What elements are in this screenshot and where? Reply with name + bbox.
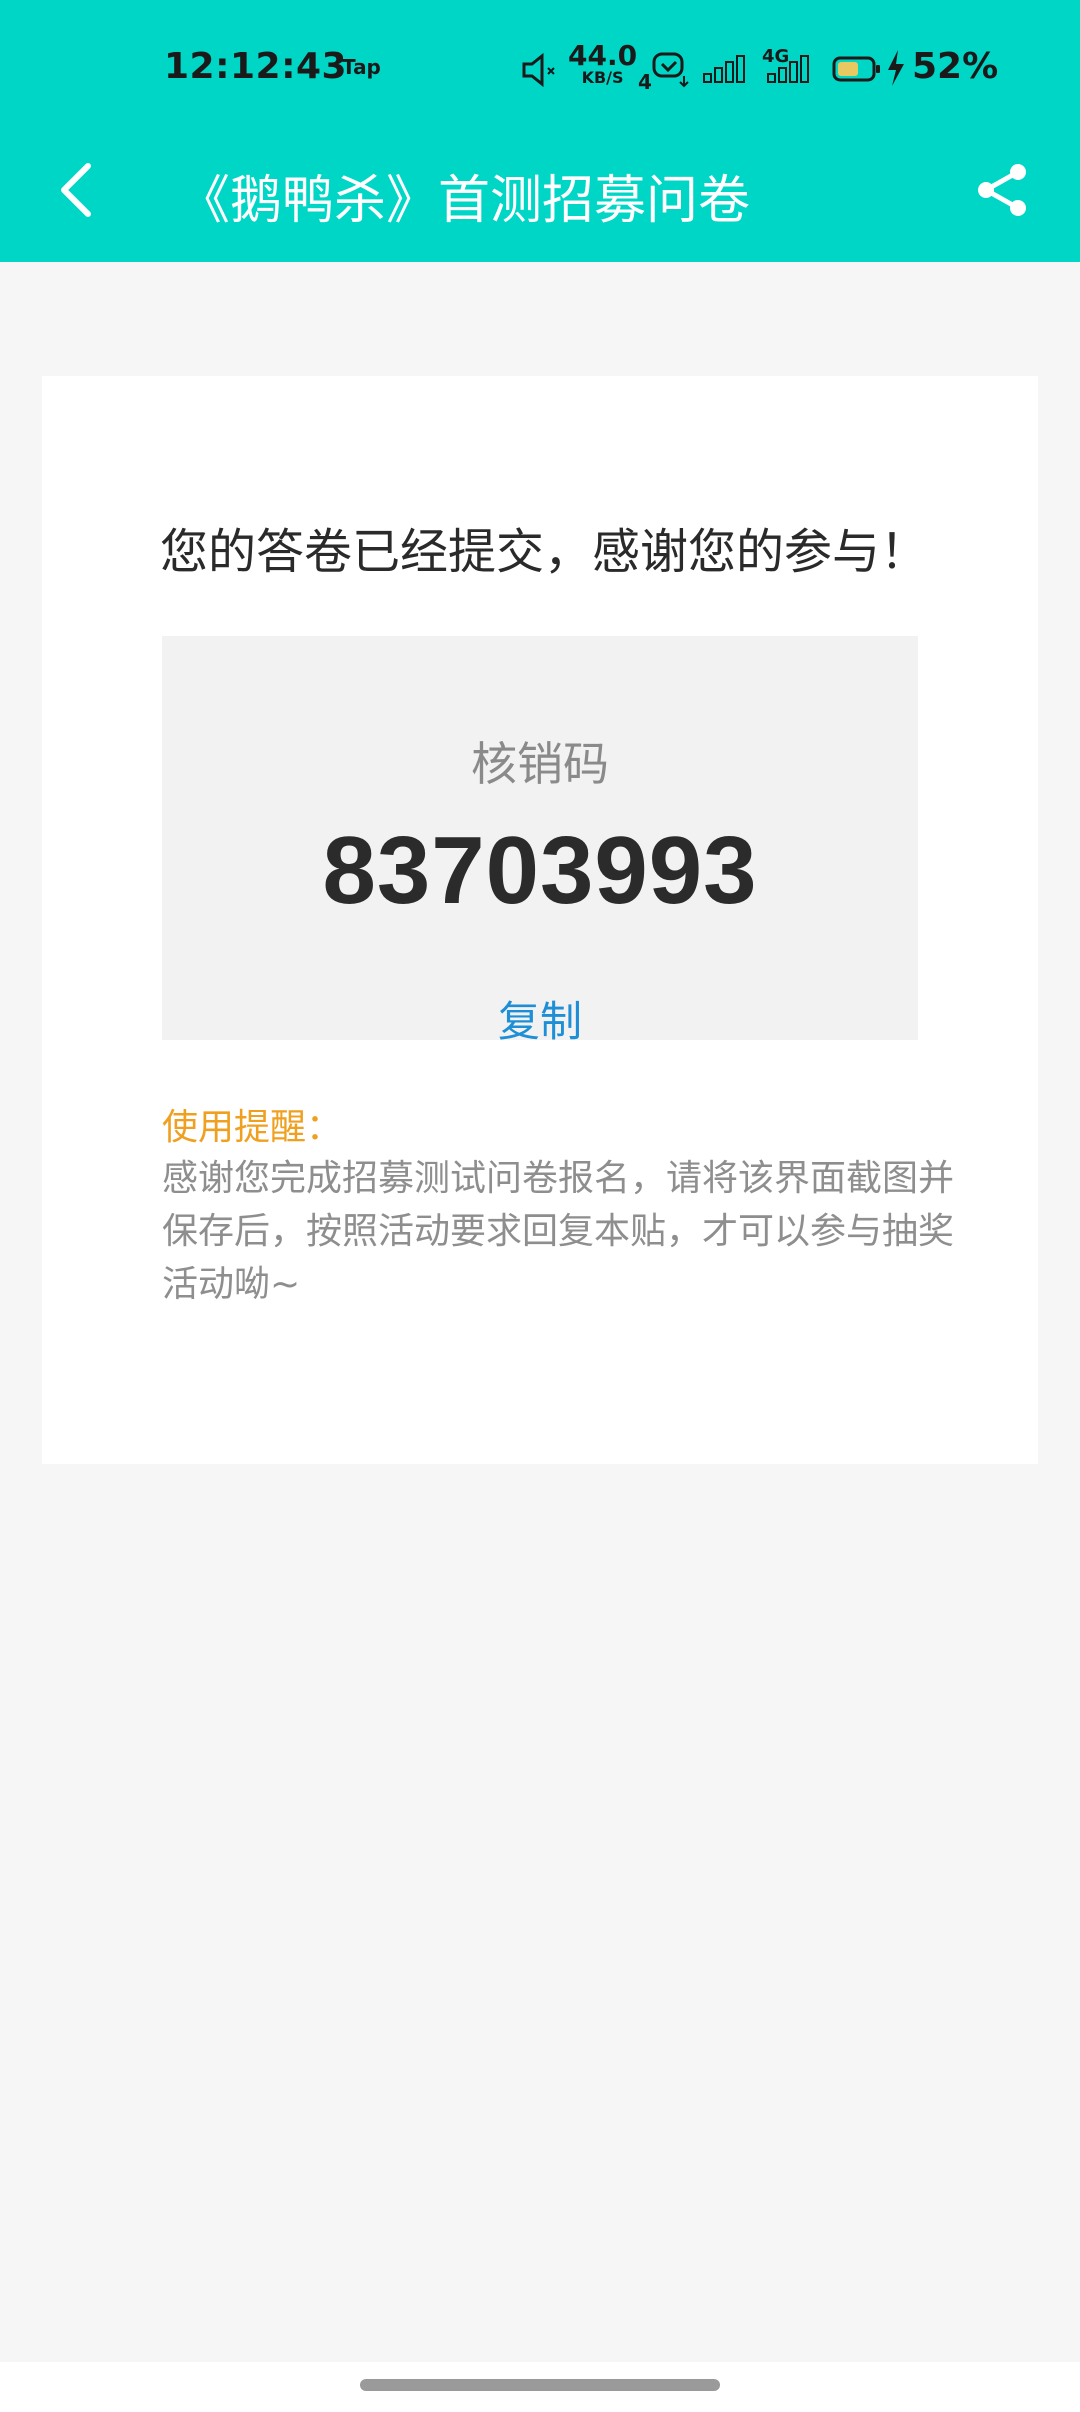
share-icon[interactable] <box>972 160 1032 220</box>
chevron-left-icon[interactable] <box>54 160 98 220</box>
copy-button[interactable]: 复制 <box>162 988 918 1049</box>
tip-body: 感谢您完成招募测试问卷报名，请将该界面截图并保存后，按照活动要求回复本贴，才可以… <box>162 1158 955 1305</box>
net-speed: 44.0 KB/S <box>568 42 637 86</box>
net-speed-unit: KB/S <box>581 68 624 87</box>
code-box: 核销码 83703993 复制 <box>162 636 918 1046</box>
code-value: 83703993 <box>322 817 758 924</box>
tip-title: 使用提醒： <box>162 1107 343 1148</box>
charging-icon <box>888 50 904 86</box>
app-tag: Tap <box>342 55 381 79</box>
code-label: 核销码 <box>471 737 609 791</box>
sim-number: 4 <box>638 70 652 94</box>
status-bar: 12:12:43 Tap 44.0 KB/S 4 4G 52% <box>0 0 1080 136</box>
thanks-message: 您的答卷已经提交，感谢您的参与！ <box>160 524 929 580</box>
status-time: 12:12:43 <box>164 46 348 87</box>
signal-strength-icon <box>703 55 745 83</box>
battery-icon <box>832 56 880 82</box>
home-indicator[interactable] <box>360 2379 720 2391</box>
page-title: 《鹅鸭杀》首测招募问卷 <box>178 171 751 231</box>
signal-strength-icon <box>767 55 809 83</box>
hd-call-icon <box>652 52 689 88</box>
result-card: 您的答卷已经提交，感谢您的参与！ 核销码 83703993 复制 使用提醒： 感… <box>42 376 1038 1464</box>
battery-percent: 52% <box>912 46 999 87</box>
mute-icon <box>522 52 555 88</box>
